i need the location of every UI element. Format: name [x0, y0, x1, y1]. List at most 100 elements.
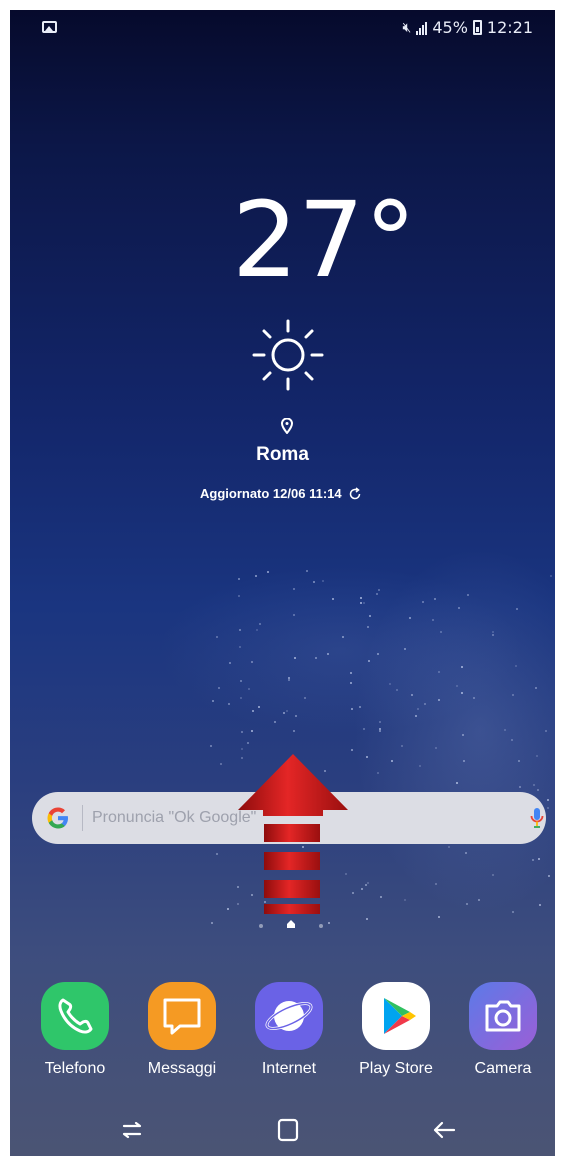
- wallpaper-star: [256, 629, 259, 632]
- wallpaper-star: [212, 699, 215, 702]
- home-page-icon: [287, 920, 295, 928]
- wallpaper-star: [431, 618, 434, 621]
- wallpaper-star: [359, 597, 362, 600]
- wallpaper-star: [258, 706, 261, 708]
- wallpaper-star: [410, 694, 413, 697]
- wallpaper-star: [462, 734, 465, 737]
- wallpaper-star: [538, 857, 541, 860]
- wallpaper-star: [241, 748, 244, 751]
- app-label: Camera: [474, 1060, 532, 1077]
- clock: 12:21: [486, 18, 533, 37]
- wallpaper-star: [534, 686, 537, 689]
- app-camera[interactable]: Camera: [453, 982, 553, 1078]
- wallpaper-star: [368, 660, 371, 663]
- wallpaper-star: [285, 710, 288, 713]
- wallpaper-star: [456, 781, 459, 784]
- wallpaper-star: [409, 617, 412, 620]
- wallpaper-star: [389, 683, 392, 686]
- wallpaper-star: [359, 705, 362, 708]
- status-bar: 🔇︎ 45% 12:21: [10, 10, 555, 42]
- wallpaper-star: [349, 672, 352, 675]
- wallpaper-star: [240, 679, 242, 682]
- wallpaper-star: [363, 728, 366, 731]
- wallpaper-star: [218, 686, 221, 689]
- app-telefono[interactable]: Telefono: [25, 982, 125, 1078]
- wallpaper-star: [516, 607, 519, 610]
- refresh-icon[interactable]: [348, 486, 362, 501]
- wallpaper-star: [418, 764, 421, 767]
- wallpaper-star: [546, 807, 549, 810]
- wallpaper-star: [376, 593, 379, 596]
- wallpaper-star: [250, 661, 253, 664]
- wallpaper-star: [440, 630, 443, 633]
- wallpaper-star: [258, 622, 261, 625]
- wallpaper-star: [216, 635, 219, 638]
- navigation-bar: [10, 1105, 555, 1155]
- last-updated-text: Aggiornato 12/06 11:14: [200, 486, 342, 501]
- home-icon: [277, 1118, 299, 1142]
- wallpaper-star: [457, 607, 460, 610]
- wallpaper-star: [315, 657, 318, 660]
- wallpaper-star: [391, 760, 394, 763]
- wallpaper-star: [342, 636, 345, 639]
- signal-icon: [416, 21, 428, 35]
- wallpaper-star: [514, 665, 517, 668]
- recent-apps-button[interactable]: [112, 1113, 152, 1147]
- wallpaper-star: [306, 570, 309, 572]
- wallpaper-star: [239, 645, 242, 648]
- app-messaggi[interactable]: Messaggi: [132, 982, 232, 1078]
- wallpaper-star: [531, 858, 534, 861]
- wallpaper-star: [360, 887, 363, 890]
- wallpaper-star: [456, 685, 459, 688]
- wallpaper-star: [472, 696, 475, 699]
- wallpaper-star: [252, 710, 255, 713]
- app-label: Internet: [261, 1060, 317, 1077]
- internet-icon: [255, 982, 323, 1050]
- wallpaper-star: [247, 742, 250, 745]
- wallpaper-star: [378, 720, 381, 723]
- wallpaper-star: [238, 628, 241, 631]
- wallpaper-star: [492, 630, 495, 633]
- wallpaper-star: [322, 579, 325, 582]
- battery-icon: [472, 20, 482, 35]
- wallpaper-star: [215, 853, 218, 856]
- back-button[interactable]: [424, 1113, 464, 1147]
- app-internet[interactable]: Internet: [239, 982, 339, 1078]
- wallpaper-star: [545, 730, 548, 733]
- wallpaper-star: [403, 647, 406, 650]
- wallpaper-star: [503, 728, 506, 731]
- last-updated: Aggiornato 12/06 11:14: [200, 486, 362, 501]
- wallpaper-star: [283, 711, 286, 714]
- wallpaper-star: [424, 703, 427, 706]
- home-button[interactable]: [268, 1113, 308, 1147]
- battery-percent: 45%: [432, 18, 468, 37]
- page-indicator[interactable]: [255, 918, 330, 934]
- wallpaper-star: [511, 911, 514, 914]
- wallpaper-star: [403, 898, 406, 901]
- wallpaper-star: [539, 903, 542, 906]
- wallpaper-star: [422, 601, 425, 604]
- wallpaper-star: [303, 696, 306, 699]
- wallpaper-star: [532, 784, 535, 787]
- wallpaper-star: [378, 729, 381, 732]
- wallpaper-star: [461, 691, 464, 694]
- wallpaper-star: [332, 597, 335, 600]
- page-dot: [259, 924, 263, 928]
- wallpaper-star: [363, 602, 366, 605]
- wallpaper-star: [377, 588, 380, 591]
- wallpaper-star: [448, 845, 451, 848]
- wallpaper-star: [433, 597, 436, 600]
- wallpaper-star: [365, 918, 368, 921]
- wallpaper-star: [366, 755, 369, 758]
- sun-icon: [252, 319, 324, 391]
- google-icon: [47, 807, 68, 829]
- wallpaper-star: [248, 688, 251, 691]
- app-play-store[interactable]: Play Store: [346, 982, 446, 1078]
- wallpaper-star: [415, 714, 417, 717]
- recent-apps-icon: [122, 1121, 142, 1139]
- wallpaper-star: [366, 881, 369, 884]
- mic-icon[interactable]: [530, 806, 544, 830]
- wallpaper-star: [536, 755, 539, 758]
- wallpaper-star: [240, 696, 243, 699]
- city-name: Roma: [256, 444, 309, 465]
